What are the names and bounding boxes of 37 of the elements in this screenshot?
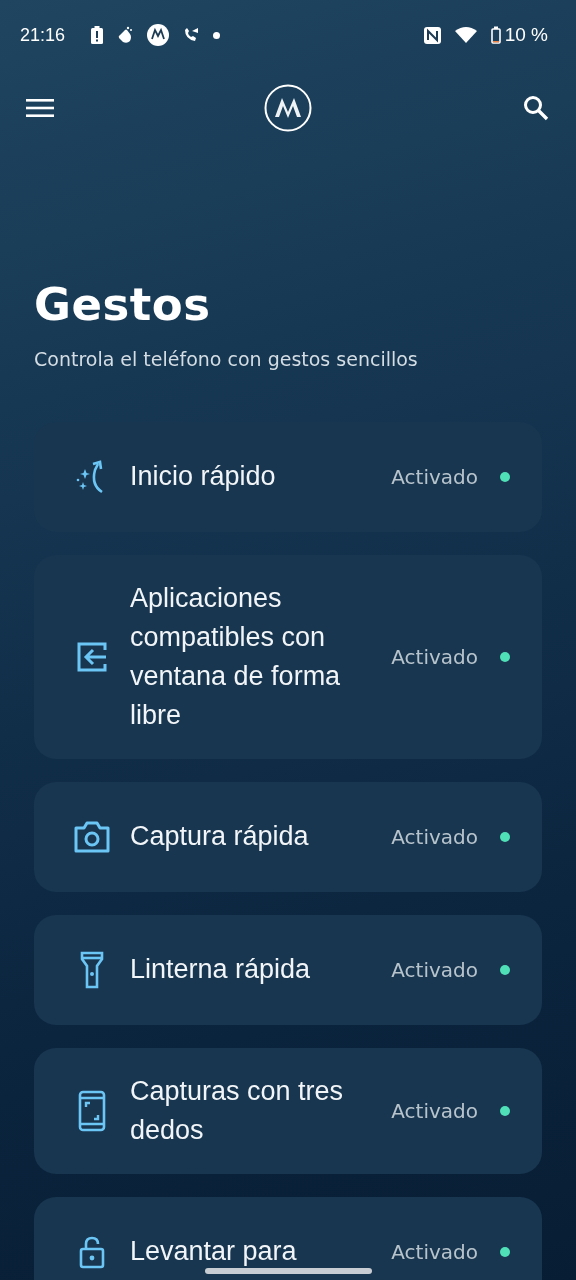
gesture-label: Aplicaciones compatibles con ventana de forma libre [130, 582, 341, 730]
search-icon [522, 94, 550, 122]
gesture-card[interactable]: Aplicaciones compatibles con ventana de forma libre Activado [34, 554, 542, 759]
gesture-status: Activado [391, 1098, 478, 1123]
unlock-icon [79, 1234, 105, 1269]
gesture-label: Linterna rápida [130, 954, 311, 984]
phone-screenshot-icon [78, 1089, 106, 1132]
camera-icon [73, 819, 111, 854]
gesture-status: Activado [391, 1239, 478, 1264]
gesture-label: Inicio rápido [130, 461, 276, 491]
notification-dot-icon [213, 31, 221, 39]
gesture-handle[interactable] [205, 1268, 372, 1274]
gesture-status: Activado [391, 464, 478, 489]
page-title: Gestos [34, 280, 212, 330]
gesture-label: Capturas con tres dedos [130, 1075, 344, 1145]
flashlight-icon [80, 950, 104, 989]
logo-icon [264, 84, 312, 132]
battery-icon [490, 26, 501, 44]
moto-logo-icon [147, 24, 170, 46]
battery-percentage: 10 % [504, 24, 548, 46]
gesture-card[interactable]: Levantar para Activado [34, 1196, 542, 1280]
gesture-status: Activado [391, 824, 478, 849]
nfc-icon [423, 26, 441, 44]
menu-icon [26, 98, 54, 118]
page-subtitle: Controla el teléfono con gestos sencillos [34, 347, 419, 370]
battery-alert-icon [91, 26, 104, 44]
gesture-card[interactable]: Inicio rápido Activado [34, 421, 542, 532]
wifi-icon [454, 27, 477, 43]
gesture-label: Levantar para [130, 1236, 297, 1266]
gesture-card[interactable]: Linterna rápida Activado [34, 914, 542, 1025]
wifi-call-icon [183, 27, 200, 43]
gesture-label: Captura rápida [130, 821, 309, 851]
gesture-card[interactable]: Captura rápida Activado [34, 781, 542, 892]
status-time: 21:16 [20, 24, 66, 46]
gesture-status: Activado [391, 957, 478, 982]
gesture-card[interactable]: Capturas con tres dedos Activado [34, 1047, 542, 1174]
gesture-status: Activado [391, 644, 478, 669]
